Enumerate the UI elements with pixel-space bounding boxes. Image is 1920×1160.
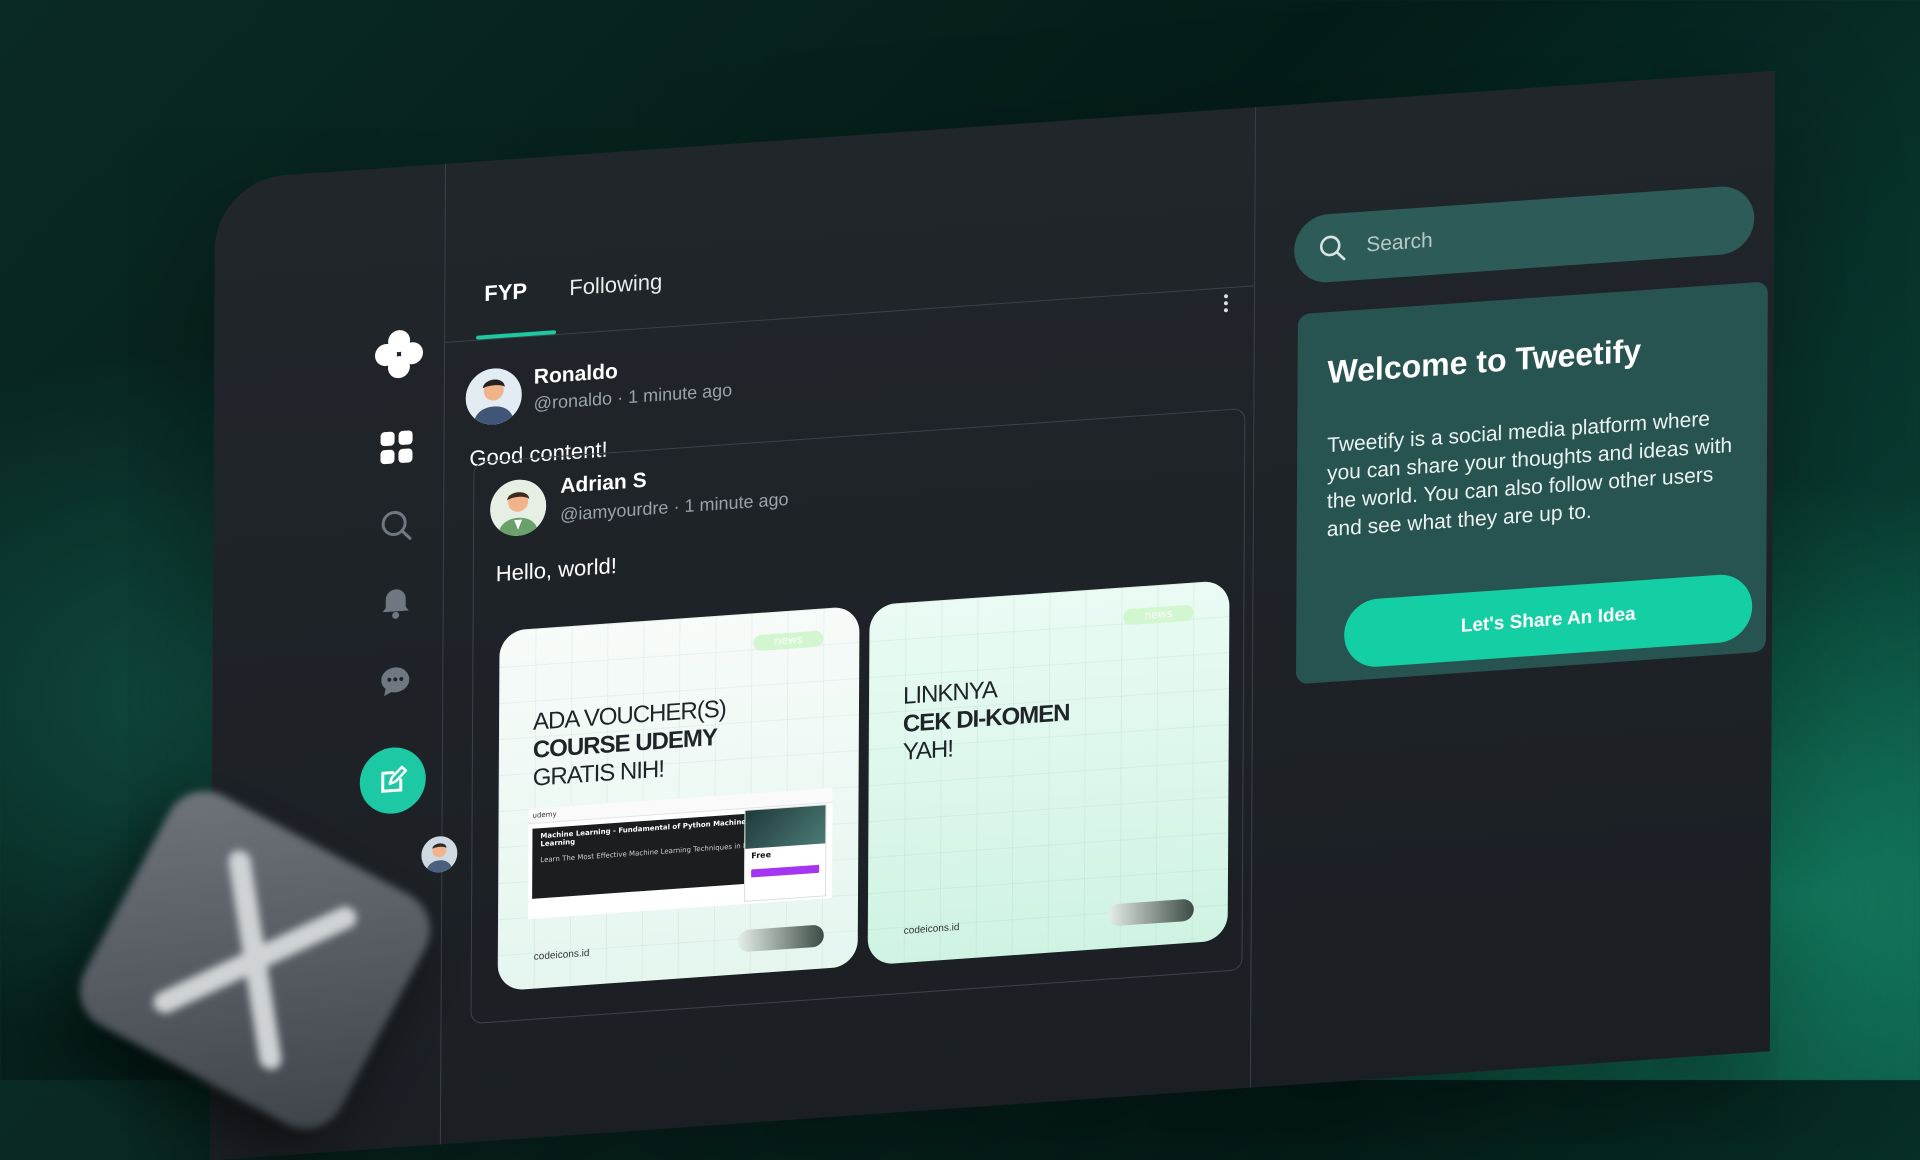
post-author[interactable]: Ronaldo [534,360,618,390]
bell-icon[interactable] [376,582,416,625]
more-options-icon[interactable] [1223,291,1230,315]
quoted-text: Hello, world! [495,552,617,587]
quoted-post[interactable]: Adrian S @iamyourdre · 1 minute ago Hell… [470,407,1246,1025]
tab-following[interactable]: Following [569,269,662,302]
post-handle[interactable]: @ronaldo [534,388,612,413]
add-to-cart-button [751,864,820,878]
avatar[interactable] [490,477,547,538]
welcome-title: Welcome to Tweetify [1327,332,1642,391]
post-time: · 1 minute ago [617,379,733,408]
media-card-1[interactable]: news ADA VOUCHER(S) COURSE UDEMY GRATIS … [497,605,860,992]
search-icon[interactable] [376,504,416,547]
x-logo-icon [153,850,357,1070]
tab-fyp[interactable]: FYP [484,278,527,307]
share-idea-button[interactable]: Let's Share An Idea [1344,572,1753,670]
quoted-time: · 1 minute ago [673,488,789,517]
search-bar[interactable]: Search [1294,184,1755,285]
search-input[interactable]: Search [1366,229,1433,258]
course-sidebar: Free [744,804,827,903]
card-headline: LINKNYA CEK DI-KOMEN YAH! [903,671,1070,767]
compose-button[interactable] [359,745,426,816]
app-window: FYP Following Ronaldo @ronaldo · 1 minut… [209,70,1775,1160]
media-gallery: news ADA VOUCHER(S) COURSE UDEMY GRATIS … [497,580,1230,1011]
right-panel: Search Welcome to Tweetify Tweetify is a… [1250,71,1775,1088]
course-thumbnail [745,805,826,849]
card-headline: ADA VOUCHER(S) COURSE UDEMY GRATIS NIH! [533,695,726,793]
stage: FYP Following Ronaldo @ronaldo · 1 minut… [0,0,1920,1160]
compose-icon [381,765,408,793]
active-tab-indicator [476,330,557,340]
avatar[interactable] [465,366,522,427]
udemy-screenshot: udemy Machine Learning - Fundamental of … [528,787,833,920]
media-card-2[interactable]: news LINKNYA CEK DI-KOMEN YAH! codeicons… [867,580,1230,966]
clover-logo-icon[interactable] [372,325,426,383]
quoted-handle[interactable]: @iamyourdre [560,497,668,525]
welcome-body: Tweetify is a social media platform wher… [1326,407,1733,542]
grid-icon[interactable] [376,426,416,469]
chat-icon[interactable] [375,660,415,703]
quoted-author[interactable]: Adrian S [560,469,646,499]
welcome-card: Welcome to Tweetify Tweetify is a social… [1295,281,1768,685]
tab-bar: FYP Following [444,107,1255,343]
feed: FYP Following Ronaldo @ronaldo · 1 minut… [439,107,1256,1145]
search-icon [1319,235,1346,261]
